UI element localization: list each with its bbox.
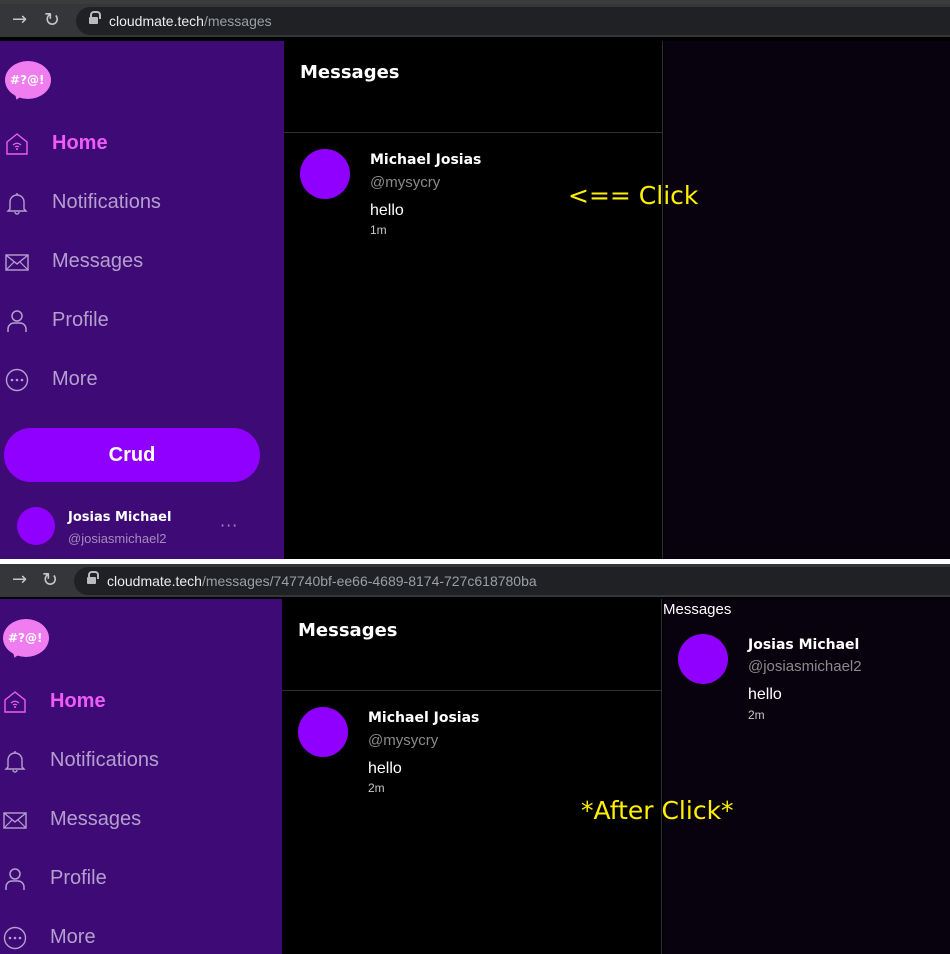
sidebar-item-notifications[interactable]: Notifications: [0, 742, 258, 782]
messages-header: Messages: [282, 599, 661, 691]
message-sender-name: Josias Michael: [748, 637, 860, 653]
user-icon: [7, 310, 27, 332]
sidebar-item-notifications[interactable]: Notifications: [0, 184, 260, 224]
url-host: cloudmate.tech: [109, 13, 204, 29]
url-path: /messages: [203, 13, 272, 29]
messages-panel: Messages Michael Josias @mysycry hello 2…: [282, 599, 662, 954]
conversation-time: 2m: [368, 781, 385, 795]
screenshot-after-click: → ↻ cloudmate.tech/messages/747740bf-ee6…: [0, 564, 950, 954]
conversation-detail-panel: Messages Josias Michael @josiasmichael2 …: [663, 599, 950, 954]
forward-arrow-icon[interactable]: →: [12, 10, 27, 30]
sidebar-item-messages[interactable]: Messages: [0, 243, 260, 283]
annotation-click: <== Click: [568, 181, 699, 210]
sidebar-item-label: More: [50, 926, 96, 948]
page-title: Messages: [300, 62, 400, 83]
sidebar-item-label: Messages: [50, 808, 142, 830]
sidebar-item-label: Notifications: [52, 191, 161, 213]
bell-icon: [6, 193, 28, 215]
conversation-item[interactable]: Michael Josias @mysycry hello 2m: [282, 707, 661, 807]
home-icon: [4, 691, 26, 713]
message-time: 2m: [748, 708, 765, 722]
sidebar-item-profile[interactable]: Profile: [0, 302, 260, 342]
message-text: hello: [748, 686, 782, 703]
url-text: cloudmate.tech/messages: [109, 13, 272, 29]
forward-arrow-icon[interactable]: →: [12, 570, 27, 590]
current-user-name: Josias Michael: [68, 510, 172, 525]
sidebar-item-profile[interactable]: Profile: [0, 860, 258, 900]
current-user-handle: @josiasmichael2: [68, 531, 167, 546]
conversation-handle: @mysycry: [370, 174, 441, 191]
sidebar: #?@! Home Notifications Messages Profile…: [0, 599, 282, 954]
sidebar-item-label: Profile: [50, 867, 107, 889]
sidebar-item-label: Notifications: [50, 749, 159, 771]
sidebar-item-home[interactable]: Home: [0, 683, 258, 723]
envelope-icon: [3, 812, 27, 829]
current-user-card[interactable]: Josias Michael @josiasmichael2 ···: [0, 497, 284, 557]
logo-text: #?@!: [8, 631, 43, 645]
sidebar-item-label: Messages: [52, 250, 144, 272]
sidebar-item-label: Home: [50, 690, 106, 712]
logo[interactable]: #?@!: [5, 59, 53, 103]
avatar: [298, 707, 348, 757]
sidebar-item-home[interactable]: Home: [0, 125, 260, 165]
messages-header: Messages: [284, 41, 662, 133]
conversation-last-message: hello: [370, 202, 404, 219]
chat-message: Josias Michael @josiasmichael2 hello 2m: [663, 634, 950, 734]
browser-toolbar: → ↻ cloudmate.tech/messages: [0, 0, 950, 37]
avatar: [678, 634, 728, 684]
messages-panel: Messages Michael Josias @mysycry hello 1…: [284, 41, 663, 559]
conversation-last-message: hello: [368, 760, 402, 777]
lock-icon: [89, 11, 101, 25]
page-title: Messages: [298, 620, 398, 641]
avatar: [300, 149, 350, 199]
url-path: /messages/747740bf-ee66-4689-8174-727c61…: [201, 573, 537, 589]
more-circle-icon: [5, 368, 29, 392]
annotation-after-click: *After Click*: [581, 796, 734, 825]
app: #?@! Home Notifications Messages Profile…: [0, 41, 950, 559]
conversation-name: Michael Josias: [368, 710, 480, 726]
reload-icon[interactable]: ↻: [42, 570, 58, 590]
more-circle-icon: [3, 926, 27, 950]
avatar: [17, 507, 55, 545]
conversation-handle: @mysycry: [368, 732, 439, 749]
sidebar-item-label: Profile: [52, 309, 109, 331]
conversation-name: Michael Josias: [370, 152, 482, 168]
user-icon: [5, 868, 25, 890]
browser-toolbar: → ↻ cloudmate.tech/messages/747740bf-ee6…: [0, 564, 950, 597]
sidebar-item-more[interactable]: More: [0, 361, 260, 401]
sidebar-item-label: More: [52, 368, 98, 390]
logo[interactable]: #?@!: [3, 617, 51, 661]
crud-button[interactable]: Crud: [4, 428, 260, 482]
conversation-detail-panel: [664, 41, 950, 559]
envelope-icon: [5, 254, 29, 271]
url-text: cloudmate.tech/messages/747740bf-ee66-46…: [107, 573, 537, 589]
url-host: cloudmate.tech: [107, 573, 202, 589]
sidebar-item-more[interactable]: More: [0, 919, 258, 954]
lock-icon: [87, 571, 99, 585]
address-bar[interactable]: cloudmate.tech/messages: [76, 7, 950, 35]
sidebar: #?@! Home Notifications Messages Profile…: [0, 41, 284, 559]
bell-icon: [4, 751, 26, 773]
conversation-time: 1m: [370, 223, 387, 237]
sidebar-item-label: Home: [52, 132, 108, 154]
message-sender-handle: @josiasmichael2: [748, 658, 862, 675]
reload-icon[interactable]: ↻: [44, 10, 60, 30]
ellipsis-icon[interactable]: ···: [220, 516, 238, 535]
logo-text: #?@!: [10, 73, 45, 87]
app: #?@! Home Notifications Messages Profile…: [0, 599, 950, 954]
sidebar-item-messages[interactable]: Messages: [0, 801, 258, 841]
address-bar[interactable]: cloudmate.tech/messages/747740bf-ee66-46…: [74, 567, 950, 595]
home-icon: [6, 133, 28, 155]
screenshot-before-click: → ↻ cloudmate.tech/messages #?@! Home No…: [0, 0, 950, 559]
conversation-detail-title: Messages: [663, 601, 732, 618]
